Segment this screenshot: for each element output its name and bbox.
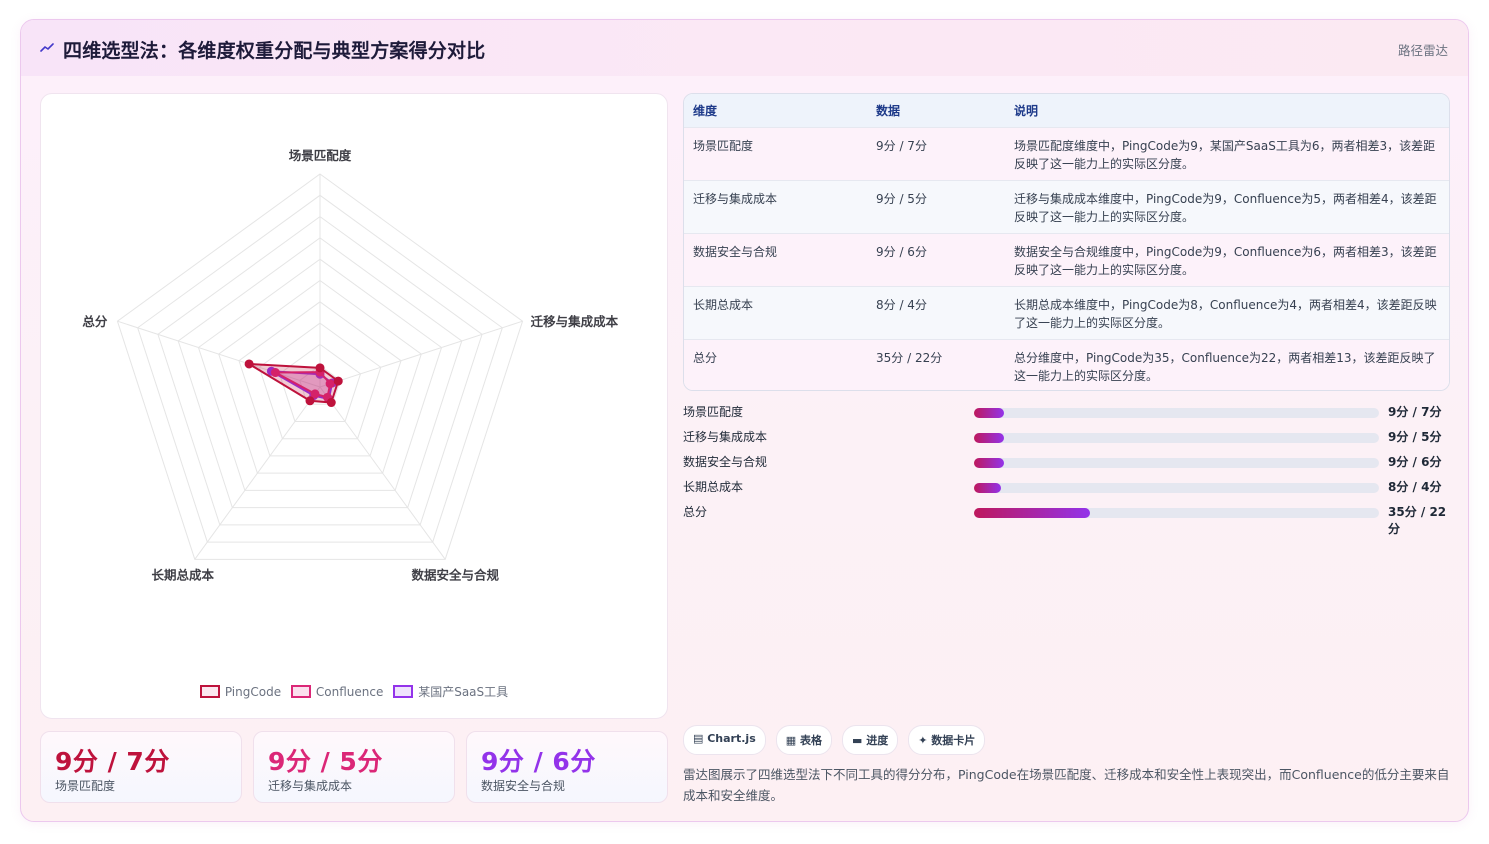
chip-data-card[interactable]: ✦ 数据卡片 [908,725,986,755]
legend-swatch [199,685,220,698]
chip-chartjs[interactable]: ▤ Chart.js [683,725,766,755]
column-header: 说明 [1014,103,1039,118]
cell-data: 9分 / 6分 [867,232,1005,286]
stat-label: 迁移与集成成本 [268,779,353,793]
cell-description: 场景匹配度维度中，PingCode为9，某国产SaaS工具为6，两者相差3，该差… [1005,126,1449,180]
main-card: 四维选型法：各维度权重分配与典型方案得分对比 路径雷达 场景匹配度 迁移与集成成本… [20,19,1469,822]
stat-value: 9分 / 5分 [268,747,383,776]
radar-axis-label: 总分 [82,314,108,329]
progress-label: 长期总成本 [683,480,744,494]
progress-fill [974,458,1004,468]
cell-dimension: 总分 [684,338,867,390]
progress-track [974,508,1379,518]
tech-chips: ▤ Chart.js ▦ 表格 ▬ 进度 ✦ 数据卡片 [683,725,986,755]
stat-card-security: 9分 / 6分 数据安全与合规 [466,731,668,803]
legend-item-confluence[interactable]: Confluence [290,684,384,699]
chip-table[interactable]: ▦ 表格 [775,725,832,755]
progress-label: 场景匹配度 [683,405,744,419]
card-header: 四维选型法：各维度权重分配与典型方案得分对比 路径雷达 [21,20,1468,76]
progress-value: 35分 / 22分 [1388,505,1447,536]
cell-description: 数据安全与合规维度中，PingCode为9，Confluence为6，两者相差3… [1005,232,1449,286]
radar-data-point [315,363,325,373]
progress-fill [974,408,1004,418]
chip-label: Chart.js [707,732,756,745]
chip-label: 表格 [799,734,822,747]
cell-description: 长期总成本维度中，PingCode为8，Confluence为4，两者相差4，该… [1005,285,1449,339]
progress-bars: 场景匹配度 9分 / 7分 迁移与集成成本 9分 / 5分 数据安全与合规 9分… [683,403,1453,536]
radar-axis-label: 场景匹配度 [289,148,352,163]
stat-value: 9分 / 6分 [481,747,596,776]
radar-axis-label: 数据安全与合规 [410,567,499,582]
legend-swatch [393,685,414,698]
progress-track [974,433,1379,443]
progress-row: 数据安全与合规 9分 / 6分 [683,453,1453,478]
radar-data-point [326,398,336,408]
progress-label: 迁移与集成成本 [683,430,768,444]
legend-swatch [290,685,311,698]
table-row: 长期总成本 8分 / 4分 长期总成本维度中，PingCode为8，Conflu… [684,285,1449,339]
radar-data-point [305,396,315,406]
legend-label: PingCode [224,684,282,699]
stat-label: 场景匹配度 [55,779,116,793]
radar-data-point [244,359,254,369]
table-row: 场景匹配度 9分 / 7分 场景匹配度维度中，PingCode为9，某国产Saa… [684,126,1449,180]
progress-value: 9分 / 7分 [1388,405,1442,419]
page-title: 四维选型法：各维度权重分配与典型方案得分对比 [63,40,486,62]
progress-value: 9分 / 6分 [1388,455,1442,469]
progress-fill [974,508,1090,518]
trend-icon [40,43,54,52]
progress-value: 8分 / 4分 [1388,480,1442,494]
chart-legend: PingCode Confluence 某国产SaaS工具 [41,683,667,701]
progress-fill [974,433,1004,443]
radar-chart: 场景匹配度迁移与集成成本数据安全与合规 长期总成本 总分 [82,148,619,582]
chart-note: 雷达图展示了四维选型法下不同工具的得分分布，PingCode在场景匹配度、迁移成… [683,767,1450,803]
progress-label: 总分 [683,505,708,519]
cell-dimension: 数据安全与合规 [684,232,867,286]
chip-label: 进度 [866,734,889,747]
legend-item-pingcode[interactable]: PingCode [199,684,282,699]
stat-value: 9分 / 7分 [55,747,170,776]
radar-chart-panel: 场景匹配度迁移与集成成本数据安全与合规 长期总成本 总分 PingCode Conf… [40,93,668,719]
progress-track [974,458,1379,468]
progress-row: 场景匹配度 9分 / 7分 [683,403,1453,428]
progress-row: 总分 35分 / 22分 [683,503,1453,536]
table-row: 总分 35分 / 22分 总分维度中，PingCode为35，Confluenc… [684,338,1449,390]
chip-label: 数据卡片 [931,734,976,747]
header-tag: 路径雷达 [1397,43,1448,58]
legend-item-saas[interactable]: 某国产SaaS工具 [393,683,508,700]
progress-track [974,483,1379,493]
table-header-row: 维度 数据 说明 [684,94,1449,127]
cell-data: 9分 / 7分 [867,126,1005,180]
radar-axis-label: 长期总成本 [152,567,215,582]
legend-label: Confluence [315,684,384,699]
stat-label: 数据安全与合规 [481,779,566,793]
table-row: 迁移与集成成本 9分 / 5分 迁移与集成成本维度中，PingCode为9，Co… [684,179,1449,233]
radar-data-point [333,376,343,386]
stat-card-migration: 9分 / 5分 迁移与集成成本 [253,731,455,803]
cell-data: 9分 / 5分 [867,179,1005,233]
progress-fill [974,483,1001,493]
progress-row: 长期总成本 8分 / 4分 [683,478,1453,503]
table-row: 数据安全与合规 9分 / 6分 数据安全与合规维度中，PingCode为9，Co… [684,232,1449,286]
column-header: 数据 [876,103,901,118]
radar-axis-line [319,320,523,388]
cell-data: 8分 / 4分 [867,285,1005,339]
progress-track [974,408,1379,418]
stat-card-scene: 9分 / 7分 场景匹配度 [40,731,242,803]
cell-data: 35分 / 22分 [867,338,1005,390]
cell-description: 总分维度中，PingCode为35，Confluence为22，两者相差13，该… [1005,338,1449,390]
radar-axis-label: 迁移与集成成本 [531,314,619,329]
progress-value: 9分 / 5分 [1388,430,1442,444]
data-table: 维度 数据 说明 场景匹配度 9分 / 7分 场景匹配度维度中，PingCode… [683,93,1450,391]
cell-dimension: 场景匹配度 [684,126,867,180]
progress-label: 数据安全与合规 [683,455,768,469]
column-header: 维度 [693,103,718,118]
legend-label: 某国产SaaS工具 [418,685,509,699]
cell-description: 迁移与集成成本维度中，PingCode为9，Confluence为5，两者相差4… [1005,179,1449,233]
chip-progress[interactable]: ▬ 进度 [841,725,899,755]
progress-row: 迁移与集成成本 9分 / 5分 [683,428,1453,453]
cell-dimension: 长期总成本 [684,285,867,339]
cell-dimension: 迁移与集成成本 [684,179,867,233]
